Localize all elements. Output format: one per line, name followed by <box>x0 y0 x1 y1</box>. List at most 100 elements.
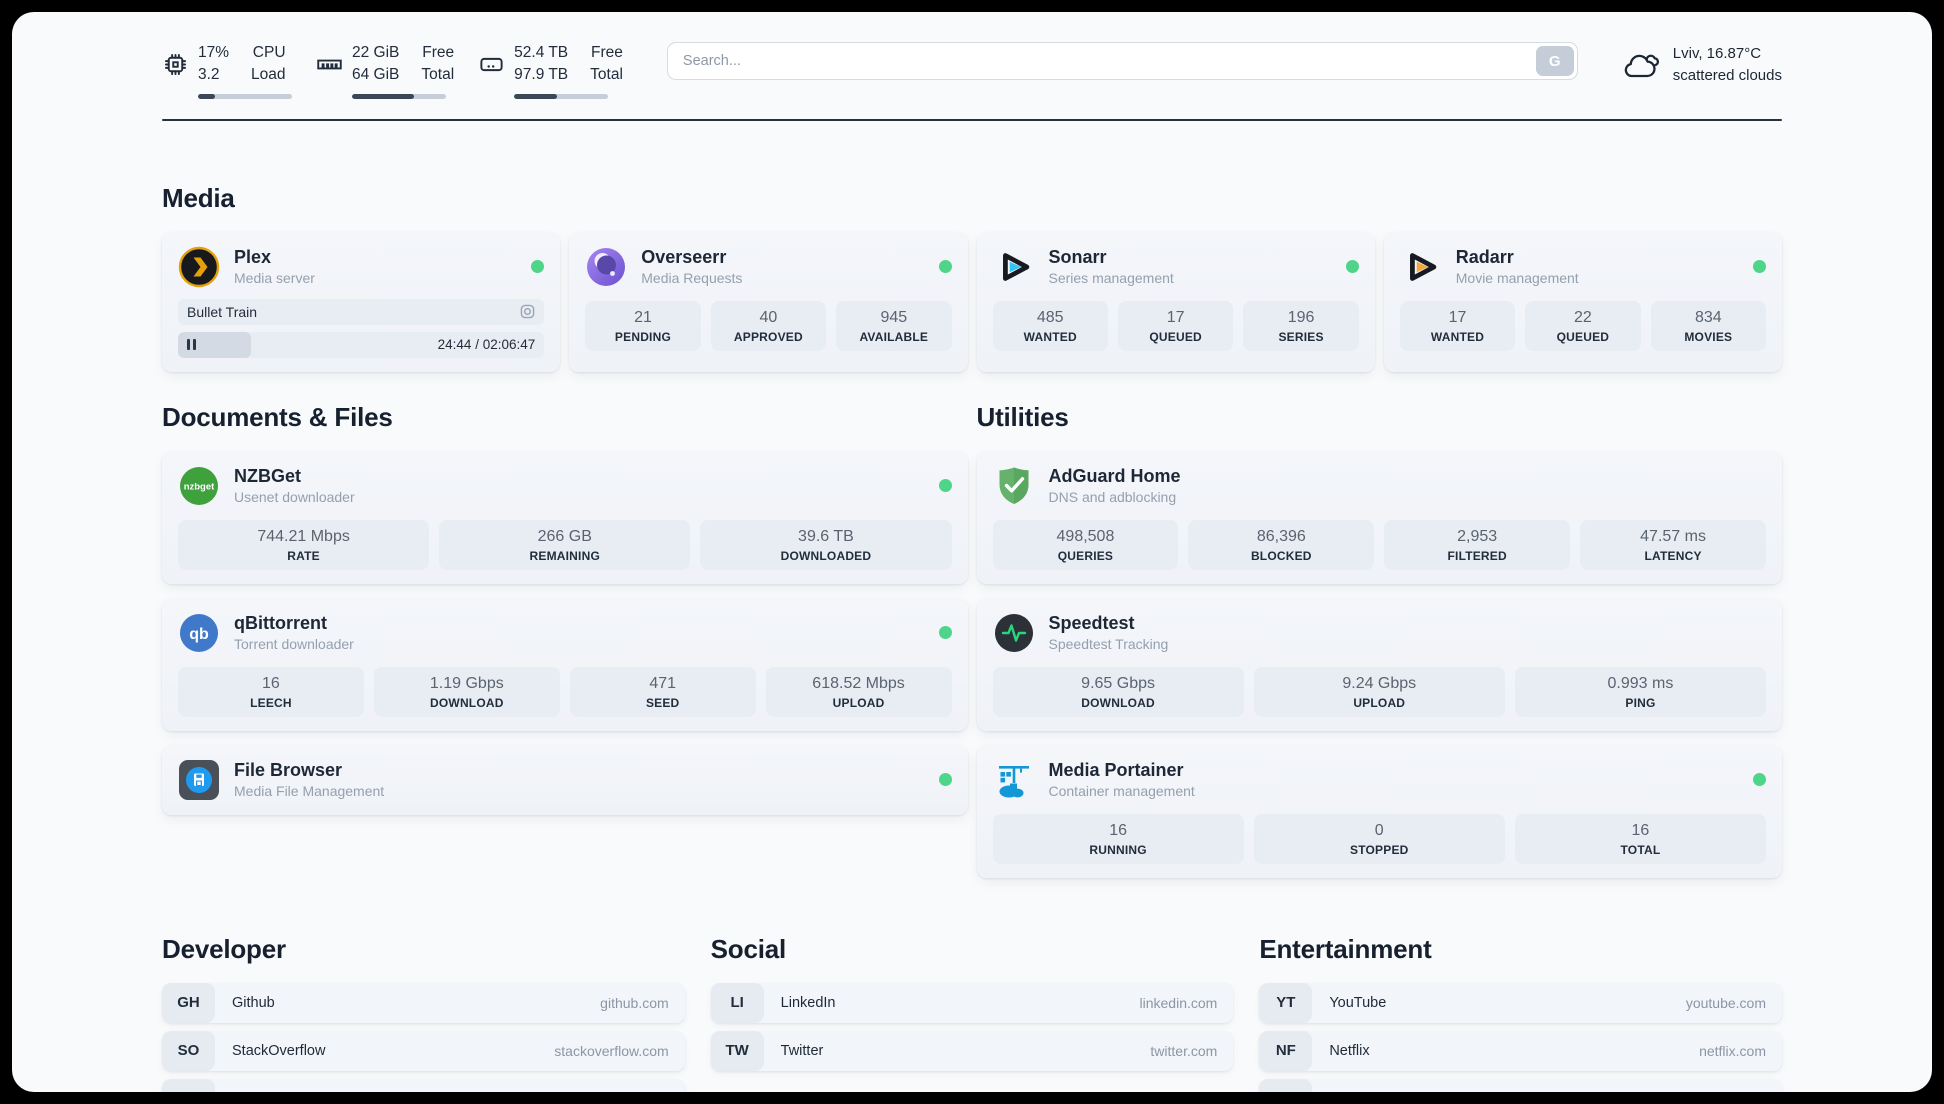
app-name: Media Portainer <box>1048 759 1184 780</box>
stat-box: 498,508 QUERIES <box>992 519 1179 570</box>
section-title-social: Social <box>710 933 787 964</box>
section-media: Media Plex Media server Bullet Train 24:… <box>162 183 1782 372</box>
search-bar: G <box>666 42 1578 80</box>
app-link-nzbget[interactable]: nzbget NZBGet Usenet downloader <box>178 465 952 507</box>
section-title-developer: Developer <box>162 933 286 964</box>
app-desc: Media Requests <box>641 270 743 287</box>
stat-box: 21 PENDING <box>585 300 701 351</box>
adguard-icon <box>993 465 1035 507</box>
stat-label: PING <box>1625 695 1656 710</box>
link-abbr: TW <box>710 1030 764 1071</box>
storage-labels: Free Total <box>590 44 623 84</box>
app-link-adguard[interactable]: AdGuard Home DNS and adblocking <box>993 465 1767 507</box>
link-url: github.com <box>600 994 669 1011</box>
app-card-plex: Plex Media server Bullet Train 24:44 / 0… <box>162 231 561 372</box>
app-link-radarr[interactable]: Radarr Movie management <box>1400 246 1766 288</box>
stat-box: 0.993 ms PING <box>1514 666 1767 717</box>
portainer-icon <box>993 759 1035 801</box>
stat-value: 47.57 ms <box>1640 527 1706 545</box>
stat-box: 17 QUEUED <box>1117 300 1234 351</box>
app-link-plex[interactable]: Plex Media server <box>178 246 545 288</box>
cpu-labels: CPU Load <box>251 44 286 84</box>
cpu-stat: 17% 3.2 CPU Load <box>162 42 292 99</box>
section-title-documents: Documents & Files <box>162 401 393 432</box>
cloud-icon <box>1622 48 1660 82</box>
link-dev[interactable]: DT DEV dev.to <box>162 1078 685 1092</box>
now-playing-time: 24:44 / 02:06:47 <box>437 337 536 353</box>
app-link-sonarr[interactable]: Sonarr Series management <box>993 246 1359 288</box>
weather-widget[interactable]: Lviv, 16.87°C scattered clouds <box>1622 40 1782 87</box>
weather-condition: scattered clouds <box>1672 66 1782 84</box>
link-github[interactable]: GH Github github.com <box>162 982 685 1023</box>
stat-value: 266 GB <box>537 527 592 545</box>
stat-box: 9.65 Gbps DOWNLOAD <box>992 666 1244 717</box>
app-link-qbittorrent[interactable]: qb qBittorrent Torrent downloader <box>178 612 952 654</box>
link-twitter[interactable]: TW Twitter twitter.com <box>710 1030 1234 1071</box>
app-link-filebrowser[interactable]: File Browser Media File Management <box>178 759 952 801</box>
stat-box: 0 STOPPED <box>1253 813 1505 864</box>
cpu-icon <box>162 51 189 78</box>
link-name: Netflix <box>1329 1042 1370 1059</box>
search-engine-button[interactable]: G <box>1535 46 1574 76</box>
stat-box: 2,953 FILTERED <box>1384 519 1571 570</box>
stat-box: 17 WANTED <box>1399 300 1516 351</box>
stat-label: LEECH <box>250 695 292 710</box>
stat-value: 22 <box>1573 308 1592 326</box>
storage-values: 52.4 TB 97.9 TB <box>514 44 569 84</box>
stat-value: 17 <box>1448 308 1467 326</box>
app-link-portainer[interactable]: Media Portainer Container management <box>993 759 1766 801</box>
app-name: Sonarr <box>1048 246 1107 267</box>
pause-icon[interactable] <box>187 339 196 351</box>
link-reddit[interactable]: RE Reddit reddit.com <box>1259 1078 1782 1092</box>
speedtest-icon <box>993 612 1035 654</box>
now-playing-title-row: Bullet Train <box>178 298 545 325</box>
stat-label: PENDING <box>614 329 671 344</box>
stat-value: 40 <box>759 308 778 326</box>
link-stackoverflow[interactable]: SO StackOverflow stackoverflow.com <box>162 1030 685 1071</box>
app-link-speedtest[interactable]: Speedtest Speedtest Tracking <box>993 612 1767 654</box>
link-name: StackOverflow <box>232 1042 326 1059</box>
radarr-icon <box>1400 246 1442 288</box>
stat-box: 471 SEED <box>569 666 756 717</box>
stat-box: 39.6 TB DOWNLOADED <box>700 519 952 570</box>
stat-label: STOPPED <box>1349 842 1409 857</box>
qbittorrent-icon: qb <box>178 612 220 654</box>
stat-value: 16 <box>262 674 280 692</box>
link-linkedin[interactable]: LI LinkedIn linkedin.com <box>710 982 1234 1023</box>
app-card-portainer: Media Portainer Container management 16 … <box>976 744 1782 878</box>
stat-box: 16 TOTAL <box>1514 813 1767 864</box>
link-abbr: GH <box>162 982 215 1023</box>
link-name: Github <box>232 994 275 1011</box>
link-url: youtube.com <box>1685 994 1766 1011</box>
link-youtube[interactable]: YT YouTube youtube.com <box>1259 982 1782 1023</box>
memory-progress-bar <box>352 93 446 99</box>
dashboard-app: 17% 3.2 CPU Load 22 GiB 64 GiB Free Tota… <box>12 12 1932 1092</box>
stat-value: 16 <box>1109 821 1127 839</box>
stat-value: 17 <box>1166 308 1185 326</box>
stat-box: 485 WANTED <box>992 300 1108 351</box>
stat-value: 9.65 Gbps <box>1081 674 1155 692</box>
link-abbr: YT <box>1259 982 1313 1023</box>
app-card-nzbget: nzbget NZBGet Usenet downloader 744.21 M… <box>162 450 968 584</box>
cpu-progress-bar <box>198 93 292 99</box>
memory-icon <box>316 51 343 78</box>
storage-progress-bar <box>514 93 609 99</box>
status-online-dot <box>1345 260 1359 274</box>
stat-value: 0 <box>1374 821 1384 839</box>
link-name: Twitter <box>780 1042 824 1059</box>
stat-value: 485 <box>1036 308 1064 326</box>
status-online-dot <box>531 260 545 274</box>
link-url: netflix.com <box>1699 1042 1766 1059</box>
memory-stat: 22 GiB 64 GiB Free Total <box>316 42 454 99</box>
stat-box: 945 AVAILABLE <box>836 300 952 351</box>
header-divider <box>162 118 1782 121</box>
plex-icon <box>178 246 220 288</box>
stat-label: UPLOAD <box>832 695 885 710</box>
link-abbr: DT <box>162 1078 215 1092</box>
app-link-overseerr[interactable]: Overseerr Media Requests <box>585 246 952 288</box>
search-input[interactable] <box>666 42 1578 80</box>
app-desc: Container management <box>1048 783 1195 800</box>
stat-label: UPLOAD <box>1353 695 1406 710</box>
link-netflix[interactable]: NF Netflix netflix.com <box>1259 1030 1782 1071</box>
stat-box: 744.21 Mbps RATE <box>178 519 430 570</box>
